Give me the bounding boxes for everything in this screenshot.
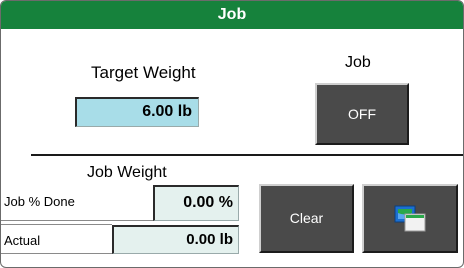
- job-panel: Job Target Weight 6.00 lb Job OFF Job We…: [0, 0, 464, 268]
- job-percent-done-label: Job % Done: [4, 194, 75, 209]
- switch-screen-button[interactable]: [362, 184, 458, 253]
- target-weight-label: Target Weight: [91, 63, 196, 82]
- job-percent-done-value: 0.00 %: [153, 185, 239, 221]
- job-weight-heading: Job Weight: [87, 164, 167, 181]
- actual-weight-value: 0.00 lb: [112, 225, 239, 254]
- clear-button[interactable]: Clear: [259, 184, 354, 253]
- actual-row-underline: [1, 253, 112, 254]
- section-divider: [31, 154, 463, 156]
- job-toggle-button[interactable]: OFF: [315, 83, 409, 145]
- actual-row-topline: [1, 224, 112, 225]
- target-weight-field[interactable]: 6.00 lb: [75, 97, 199, 127]
- switch-screen-icon: [394, 204, 428, 234]
- percent-row-underline: [1, 220, 153, 221]
- title-bar: Job: [1, 1, 463, 29]
- actual-weight-label: Actual: [4, 233, 41, 248]
- job-label: Job: [345, 54, 371, 71]
